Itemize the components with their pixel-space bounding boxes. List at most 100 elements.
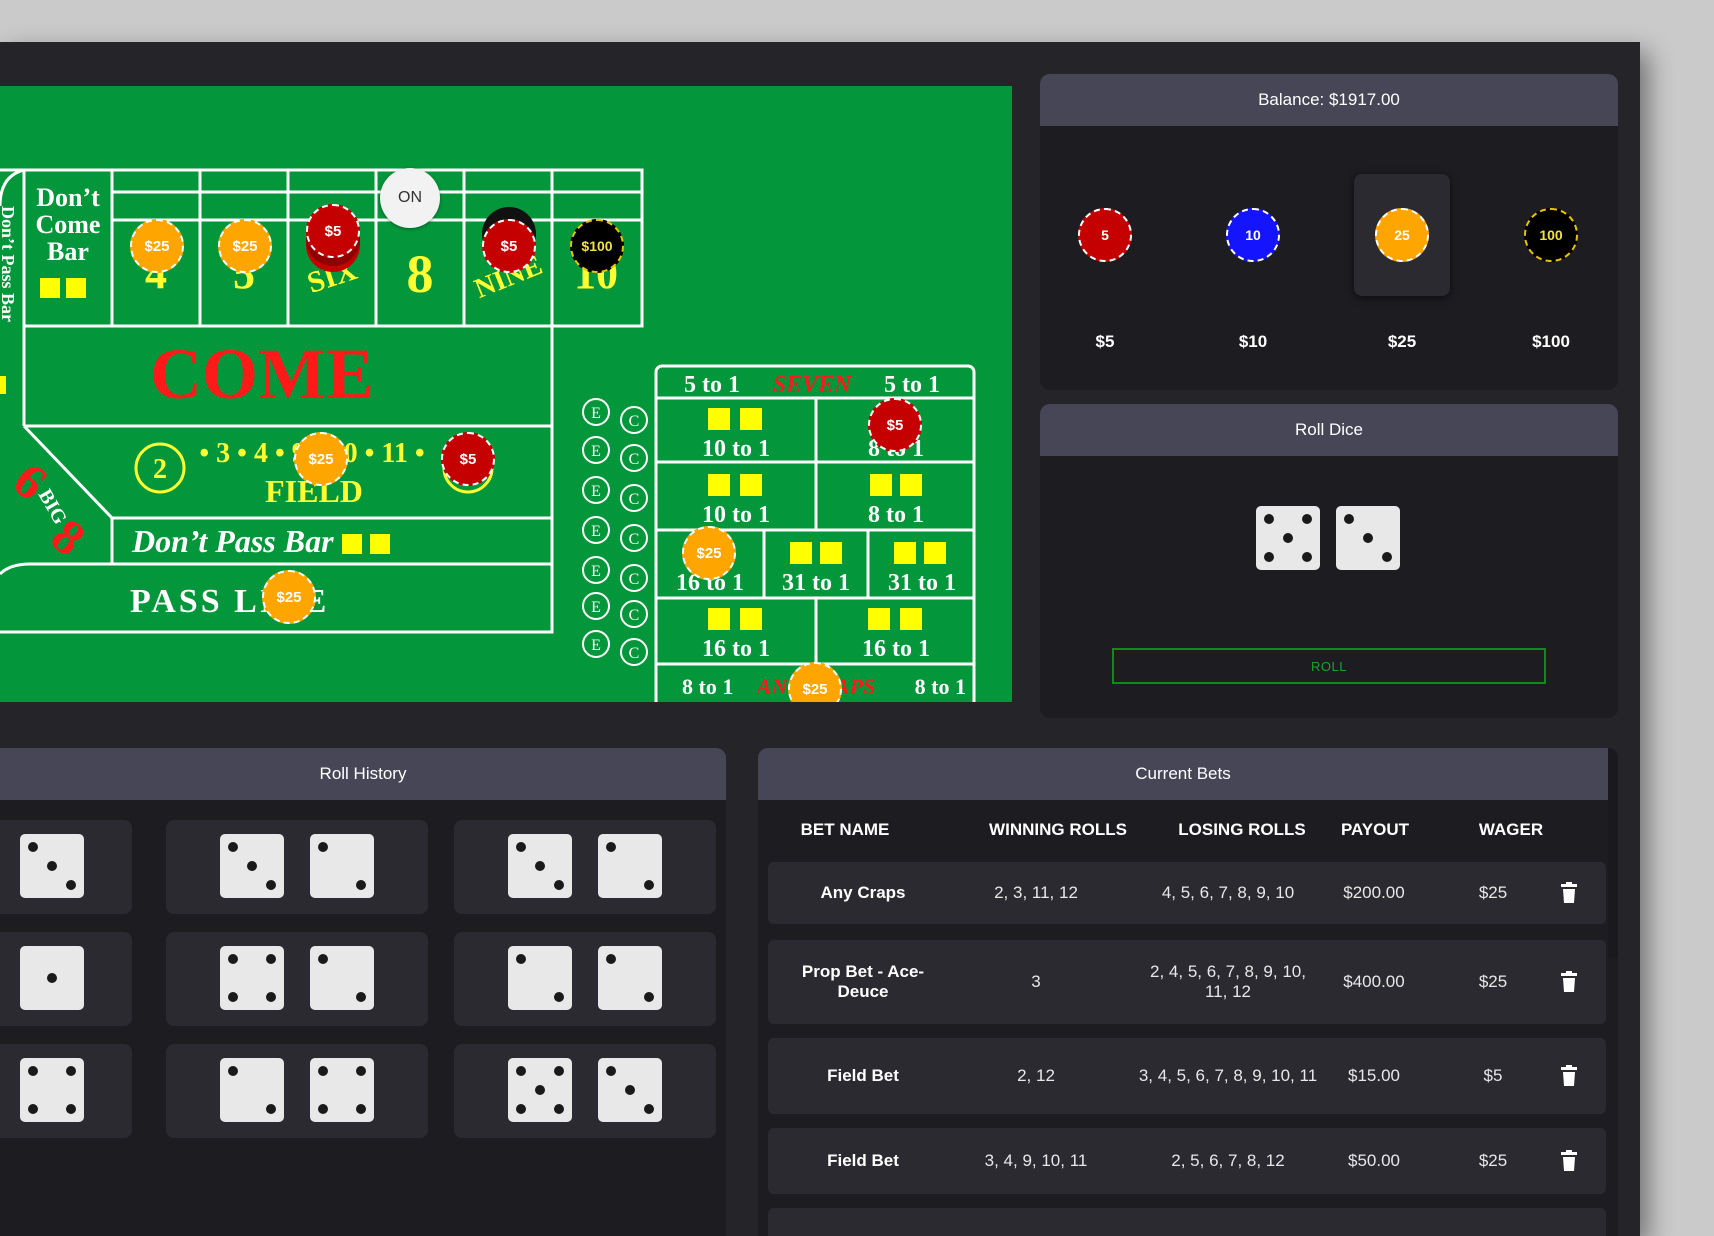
eleven-bet-label: E xyxy=(591,483,601,500)
balance-label: Balance: $1917.00 xyxy=(1258,90,1400,109)
col-winning-rolls: WINNING ROLLS xyxy=(989,820,1127,839)
table-chip[interactable]: $5 xyxy=(868,398,922,452)
craps-table[interactable]: ECECECECECECEC Don’t Come Bar 4 5 SIX 8 … xyxy=(0,86,1012,702)
history-die xyxy=(598,1058,662,1122)
bet-name: Field Bet xyxy=(827,1066,899,1085)
eleven-bet-label: E xyxy=(591,563,601,580)
craps-bet-label: C xyxy=(629,531,640,548)
bet-winning-rolls: 2, 3, 11, 12 xyxy=(994,883,1078,902)
chip-10-label: $10 xyxy=(1238,332,1268,351)
bet-winning-rolls: 3 xyxy=(1031,972,1041,991)
chip-10-button[interactable]: 10 xyxy=(1226,208,1280,262)
hard-8-odds: 10 to 1 xyxy=(702,502,770,528)
bet-row xyxy=(768,1208,1606,1236)
table-chip[interactable]: $5 xyxy=(441,432,495,486)
dont-come-bar-line1: Don’t xyxy=(36,183,100,212)
history-die xyxy=(220,1058,284,1122)
chip-25-value: 25 xyxy=(1394,227,1410,243)
roll-dice-panel: Roll Dice ROLL xyxy=(1040,404,1618,718)
bets-table-header: BET NAME WINNING ROLLS LOSING ROLLS PAYO… xyxy=(758,800,1606,856)
bet-name: Any Craps xyxy=(820,883,906,902)
bet-row: Field Bet 2, 12 3, 4, 5, 6, 7, 8, 9, 10,… xyxy=(768,1038,1606,1114)
eleven-bet-label: E xyxy=(591,599,601,616)
twelve-odds: 31 to 1 xyxy=(888,570,956,596)
table-chip-label: $100 xyxy=(581,238,613,254)
current-bets-title: Current Bets xyxy=(1135,764,1231,783)
table-chip[interactable]: $5 xyxy=(306,204,360,258)
table-chip[interactable]: $25 xyxy=(294,432,348,486)
col-payout: PAYOUT xyxy=(1340,820,1410,839)
yo-left-odds: 16 to 1 xyxy=(702,636,770,662)
history-die xyxy=(220,946,284,1010)
trash-icon[interactable] xyxy=(1560,1065,1578,1087)
on-puck-label: ON xyxy=(398,189,422,206)
place-8-label: 8 xyxy=(407,244,434,304)
seven-label: SEVEN xyxy=(773,372,853,398)
any-craps-right-odds: 8 to 1 xyxy=(915,674,966,699)
history-die xyxy=(508,834,572,898)
table-chip-label: $25 xyxy=(308,450,334,468)
place-6-label: SIX xyxy=(303,253,361,300)
dont-pass-bar-label: Don’t Pass Bar xyxy=(131,523,334,559)
bet-payout: $15.00 xyxy=(1348,1066,1400,1085)
table-chip-label: $5 xyxy=(459,450,477,468)
roll-history-title: Roll History xyxy=(319,764,407,783)
roll-dice-title: Roll Dice xyxy=(1294,420,1364,439)
table-chip[interactable]: $25 xyxy=(130,219,184,273)
chip-5-label: $5 xyxy=(1095,332,1115,351)
history-die xyxy=(310,946,374,1010)
chip-5-value: 5 xyxy=(1101,227,1109,243)
current-bets-panel: Current Bets BET NAME WINNING ROLLS LOSI… xyxy=(758,748,1618,1236)
roll-history-item xyxy=(166,1044,428,1138)
table-chip[interactable]: $25 xyxy=(682,526,736,580)
trash-icon[interactable] xyxy=(1560,882,1578,904)
roll-history-item xyxy=(166,932,428,1026)
bet-wager: $25 xyxy=(1478,972,1508,991)
table-chip-label: $5 xyxy=(886,416,904,434)
history-die xyxy=(508,946,572,1010)
bets-scrollbar[interactable] xyxy=(1608,748,1618,958)
aces-odds: 31 to 1 xyxy=(782,570,850,596)
table-chip[interactable]: $25 xyxy=(262,570,316,624)
bet-winning-rolls: 3, 4, 9, 10, 11 xyxy=(984,1151,1088,1170)
bet-wager: $25 xyxy=(1478,1151,1508,1170)
chip-25-button[interactable]: 25 xyxy=(1375,208,1429,262)
roll-history-header: Roll History xyxy=(0,748,726,800)
history-die xyxy=(220,834,284,898)
table-chip-label: $5 xyxy=(500,237,518,255)
bet-payout: $400.00 xyxy=(1343,972,1405,991)
table-chip[interactable]: $100 xyxy=(570,219,624,273)
current-bets-header: Current Bets xyxy=(758,748,1608,800)
roll-dice-header: Roll Dice xyxy=(1040,404,1618,456)
trash-icon[interactable] xyxy=(1560,971,1578,993)
roll-history-item xyxy=(454,1044,716,1138)
table-chip-label: $5 xyxy=(324,222,342,240)
eleven-bet-label: E xyxy=(591,523,601,540)
history-die xyxy=(598,946,662,1010)
hard-6-odds: 10 to 1 xyxy=(702,436,770,462)
craps-bet-label: C xyxy=(629,571,640,588)
chip-5-button[interactable]: 5 xyxy=(1078,208,1132,262)
craps-bet-label: C xyxy=(629,413,640,430)
current-die-1 xyxy=(1256,506,1320,570)
table-chip[interactable]: $5 xyxy=(482,219,536,273)
roll-history-item xyxy=(454,820,716,914)
chip-100-button[interactable]: 100 xyxy=(1524,208,1578,262)
roll-history-panel: Roll History xyxy=(0,748,726,1236)
chip-25-label: $25 xyxy=(1387,332,1417,351)
bet-row: Any Craps 2, 3, 11, 12 4, 5, 6, 7, 8, 9,… xyxy=(768,862,1606,924)
bet-name: Prop Bet - Ace-Deuce xyxy=(801,962,925,1001)
hard-4-odds: 8 to 1 xyxy=(868,502,924,528)
craps-table-layout: E CE CE CE CE CE CE C Don’t Come Bar 4 5… xyxy=(0,168,976,702)
chip-100-label: $100 xyxy=(1532,332,1570,351)
table-chip[interactable]: $25 xyxy=(218,219,272,273)
chip-10-value: 10 xyxy=(1245,227,1261,243)
roll-history-item xyxy=(166,820,428,914)
roll-button[interactable]: ROLL xyxy=(1112,648,1546,684)
field-two: 2 xyxy=(153,454,167,485)
balance-header: Balance: $1917.00 xyxy=(1040,74,1618,126)
eleven-bet-label: E xyxy=(591,637,601,654)
trash-icon[interactable] xyxy=(1560,1150,1578,1172)
bet-winning-rolls: 2, 12 xyxy=(1017,1066,1055,1085)
craps-bet-label: C xyxy=(629,491,640,508)
